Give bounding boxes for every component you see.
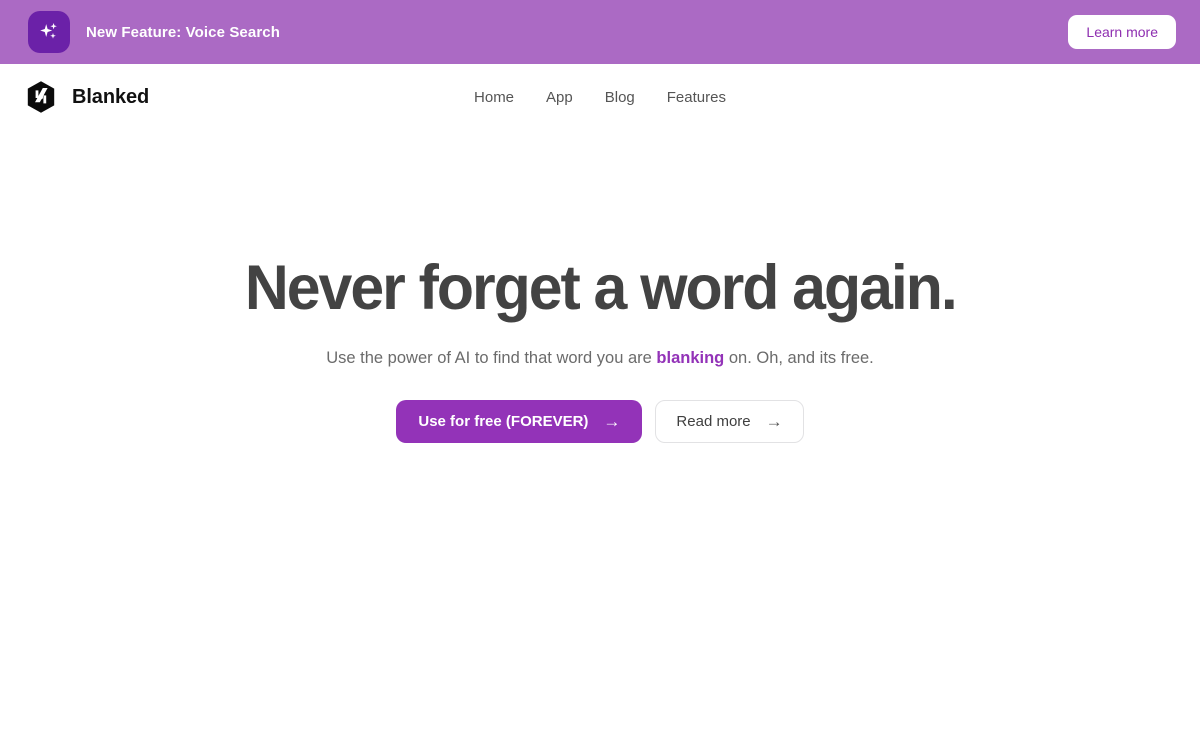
hero-subtitle-before: Use the power of AI to find that word yo…	[326, 348, 657, 367]
announcement-message: New Feature: Voice Search	[86, 23, 280, 41]
use-for-free-label: Use for free (FOREVER)	[418, 412, 589, 430]
use-for-free-button[interactable]: Use for free (FOREVER) →	[396, 399, 643, 443]
hero-headline: Never forget a word again.	[244, 253, 958, 323]
brand-logo[interactable]: Blanked	[24, 80, 149, 114]
learn-more-button[interactable]: Learn more	[1068, 15, 1176, 49]
brand-name: Blanked	[72, 85, 150, 108]
announcement-banner: New Feature: Voice Search Learn more	[0, 0, 1200, 64]
announcement-content: New Feature: Voice Search	[28, 11, 280, 53]
hero-subtitle-after: on. Oh, and its free.	[724, 348, 874, 367]
landing-page: New Feature: Voice Search Learn more Bla…	[0, 0, 1200, 750]
main-navigation: Home App Blog Features	[0, 89, 1200, 106]
hero-section: Never forget a word again. Use the power…	[0, 130, 1200, 750]
read-more-label: Read more	[676, 412, 751, 430]
sparkles-icon	[28, 11, 70, 53]
read-more-button[interactable]: Read more →	[655, 399, 804, 443]
hero-cta-group: Use for free (FOREVER) → Read more →	[396, 399, 804, 443]
arrow-right-icon: →	[603, 411, 621, 431]
nav-item-blog[interactable]: Blog	[605, 89, 635, 106]
nav-item-app[interactable]: App	[546, 89, 573, 106]
blanked-hexagon-logo-icon	[27, 81, 55, 113]
arrow-right-icon: →	[765, 411, 783, 431]
site-header: Blanked Home App Blog Features	[0, 64, 1200, 130]
nav-item-home[interactable]: Home	[474, 89, 514, 106]
hero-subtitle: Use the power of AI to find that word yo…	[326, 349, 874, 368]
hero-subtitle-highlight: blanking	[656, 348, 725, 367]
nav-item-features[interactable]: Features	[667, 89, 726, 106]
